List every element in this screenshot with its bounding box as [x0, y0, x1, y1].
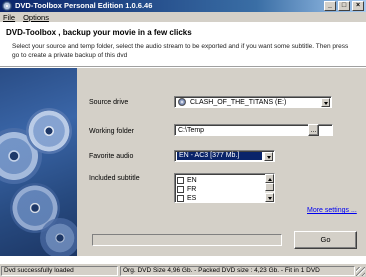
subtitle-checkbox[interactable] [177, 195, 184, 202]
dvd-discs-artwork [0, 68, 77, 256]
subtitle-item-fr[interactable]: FR [177, 185, 196, 194]
chevron-down-icon[interactable] [321, 98, 330, 107]
scroll-thumb[interactable] [265, 183, 274, 191]
subtitle-label: FR [187, 186, 197, 193]
minimize-button[interactable]: _ [324, 1, 336, 11]
title-bar: DVD-Toolbox Personal Edition 1.0.6.46 _ … [0, 0, 366, 12]
maximize-button[interactable]: □ [338, 1, 350, 11]
status-bar: Dvd successfully loaded Org. DVD Size 4,… [0, 263, 366, 277]
source-drive-value: CLASH_OF_THE_TITANS (E:) [190, 99, 287, 106]
status-message: Dvd successfully loaded [1, 266, 118, 276]
chevron-down-icon[interactable] [264, 152, 273, 161]
subtitle-item-es[interactable]: ES [177, 194, 197, 202]
header-description: Select your source and temp folder, sele… [12, 43, 349, 59]
more-settings-link[interactable]: More settings ... [307, 207, 357, 214]
subtitle-checkbox[interactable] [177, 186, 184, 193]
go-button[interactable]: Go [294, 231, 357, 249]
header-title: DVD-Toolbox , backup your movie in a few… [6, 28, 192, 37]
dvd-disc-icon [2, 1, 12, 11]
disc-art-icon [40, 218, 77, 256]
resize-grip-icon[interactable] [356, 267, 365, 276]
progress-bar [92, 234, 282, 246]
window-title: DVD-Toolbox Personal Edition 1.0.6.46 [15, 1, 153, 10]
menu-options[interactable]: Options [23, 13, 49, 22]
included-subtitle-label: Included subtitle [89, 175, 140, 182]
subtitle-item-en[interactable]: EN [177, 176, 197, 185]
favorite-audio-value: EN - AC3 [377 Mb.] [177, 152, 262, 160]
scroll-down-icon[interactable] [265, 193, 274, 202]
header-panel: DVD-Toolbox , backup your movie in a few… [0, 23, 366, 67]
favorite-audio-label: Favorite audio [89, 153, 134, 160]
subtitle-list[interactable]: EN FR ES [174, 173, 275, 203]
working-folder-label: Working folder [89, 128, 135, 135]
source-drive-label: Source drive [89, 99, 129, 106]
disc-art-icon [26, 108, 72, 154]
browse-button[interactable]: ... [308, 124, 319, 136]
dvd-drive-icon [178, 98, 186, 106]
subtitle-checkbox[interactable] [177, 177, 184, 184]
working-folder-value: C:\Temp [178, 127, 205, 134]
subtitle-label: EN [187, 177, 197, 184]
favorite-audio-select[interactable]: EN - AC3 [377 Mb.] [174, 150, 275, 162]
menu-file[interactable]: File [3, 13, 15, 22]
subtitle-label: ES [187, 195, 197, 202]
close-button[interactable]: × [352, 1, 364, 11]
source-drive-select[interactable]: CLASH_OF_THE_TITANS (E:) [174, 96, 332, 108]
menu-bar: File Options [0, 12, 366, 23]
main-panel: Source drive CLASH_OF_THE_TITANS (E:) Wo… [77, 68, 366, 256]
scroll-up-icon[interactable] [265, 174, 274, 183]
window-controls: _ □ × [324, 1, 364, 11]
status-dvd-size: Org. DVD Size 4,96 Gb. - Packed DVD size… [120, 266, 355, 276]
subtitle-scrollbar[interactable] [265, 174, 274, 202]
